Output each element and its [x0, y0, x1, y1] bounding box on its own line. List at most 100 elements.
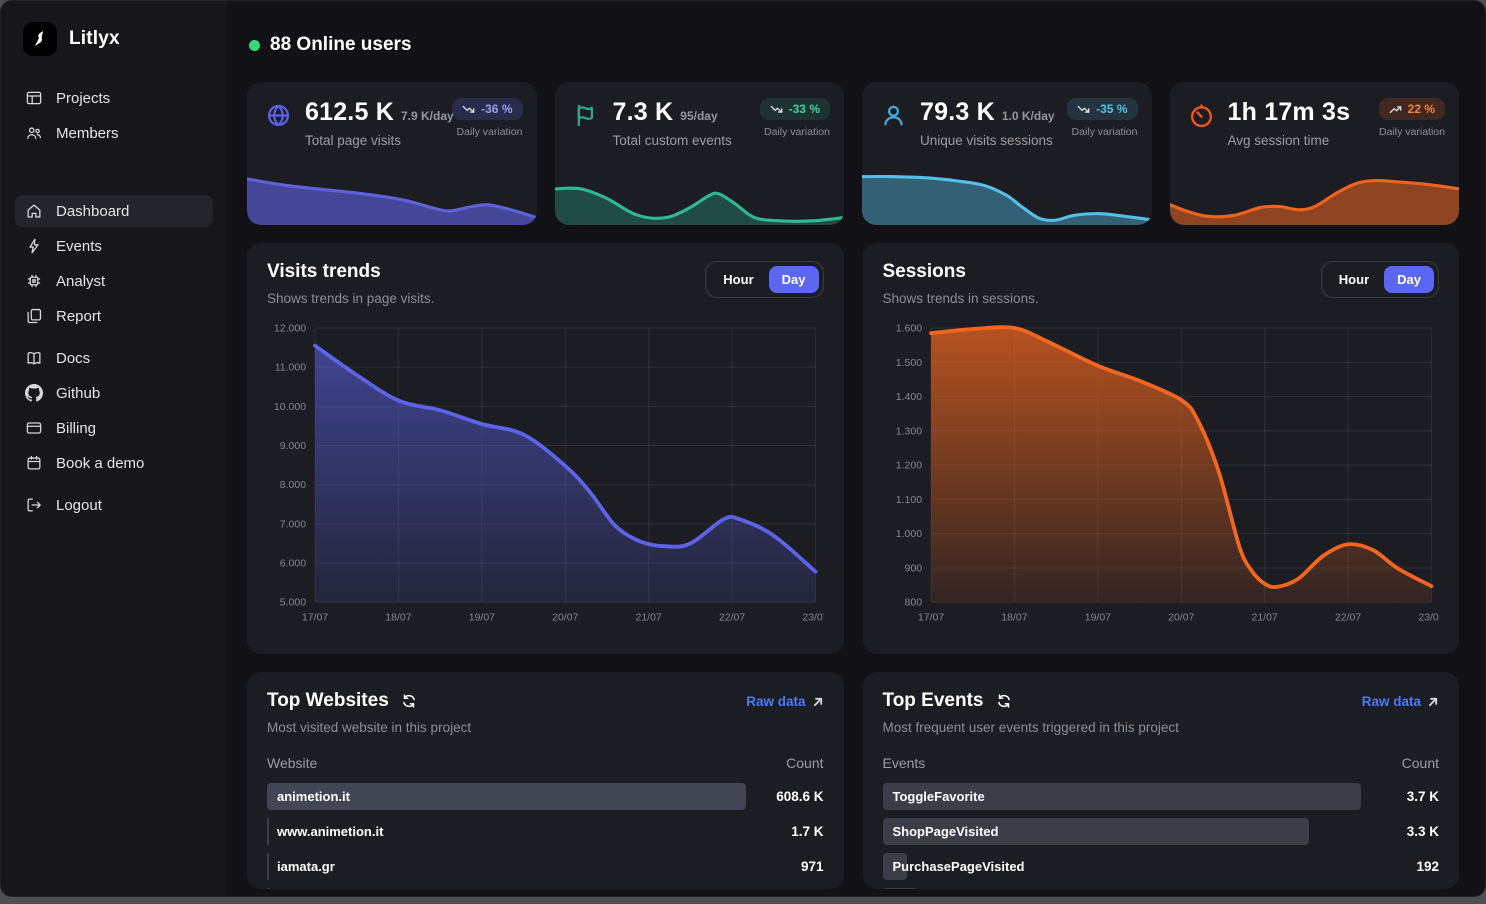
sidebar-item-logout[interactable]: Logout — [15, 489, 213, 521]
raw-data-link[interactable]: Raw data — [746, 694, 823, 709]
sidebar-item-label: Docs — [56, 350, 90, 367]
refresh-icon[interactable] — [996, 693, 1012, 709]
user-icon — [880, 102, 907, 129]
row-label: ToggleFavorite — [893, 783, 985, 810]
row-bar-track: animetion.it — [267, 783, 746, 810]
toggle-day[interactable]: Day — [769, 266, 819, 293]
svg-text:20/07: 20/07 — [1168, 611, 1194, 623]
svg-text:23/07: 23/07 — [802, 611, 823, 623]
members-icon — [25, 124, 43, 142]
interval-toggle: HourDay — [705, 261, 823, 298]
sidebar-item-events[interactable]: Events — [15, 230, 213, 262]
svg-text:6.000: 6.000 — [280, 557, 306, 569]
sidebar-group: Logout — [15, 489, 213, 521]
sidebar-item-book-a-demo[interactable]: Book a demo — [15, 447, 213, 479]
interval-toggle: HourDay — [1321, 261, 1439, 298]
sidebar-item-members[interactable]: Members — [15, 117, 213, 149]
toggle-hour[interactable]: Hour — [710, 266, 766, 293]
row-bar — [883, 888, 917, 889]
table-row[interactable]: iamata.gr971 — [267, 853, 824, 880]
svg-text:11.000: 11.000 — [275, 361, 306, 373]
svg-text:5.000: 5.000 — [280, 597, 306, 609]
svg-text:1.300: 1.300 — [895, 425, 921, 437]
table-row[interactable]: www.animetion.it1.7 K — [267, 818, 824, 845]
daily-variation-badge: 22 % — [1379, 98, 1445, 120]
row-bar — [267, 888, 270, 889]
sidebar-item-label: Logout — [56, 497, 102, 514]
stat-badge-col: -36 %Daily variation — [452, 98, 522, 138]
svg-text:1.200: 1.200 — [895, 459, 921, 471]
table-row[interactable]: animetion.it608.6 K — [267, 783, 824, 810]
row-bar-track — [267, 888, 746, 889]
online-dot-icon — [249, 40, 260, 51]
panel-title-row: Top Events — [883, 690, 1179, 713]
sidebar-item-label: Billing — [56, 420, 96, 437]
table-row[interactable]: ToggleFavorite3.7 K — [883, 783, 1440, 810]
row-label: PurchasePageVisited — [893, 853, 1025, 880]
refresh-icon[interactable] — [401, 693, 417, 709]
stat-card-total-page-visits: 612.5 K7.9 K/dayTotal page visits-36 %Da… — [247, 82, 537, 225]
github-icon — [25, 384, 43, 402]
stat-value: 79.3 K — [920, 98, 995, 127]
svg-text:800: 800 — [904, 597, 922, 609]
sidebar-item-github[interactable]: Github — [15, 377, 213, 409]
table-row[interactable]: PurchasePageVisited192 — [883, 853, 1440, 880]
svg-text:22/07: 22/07 — [1334, 611, 1360, 623]
sidebar-item-label: Projects — [56, 90, 110, 107]
unique-visits-sessions-sparkline — [862, 163, 1152, 225]
toggle-day[interactable]: Day — [1384, 266, 1434, 293]
stat-card-main: 79.3 K1.0 K/dayUnique visits sessions — [920, 98, 1067, 148]
sidebar-item-docs[interactable]: Docs — [15, 342, 213, 374]
badge-caption: Daily variation — [764, 126, 830, 138]
sidebar-item-projects[interactable]: Projects — [15, 82, 213, 114]
panel-title-wrap: Visits trendsShows trends in page visits… — [267, 261, 434, 306]
table-row-partial — [883, 888, 1440, 889]
trend-up-icon — [1389, 103, 1402, 116]
litlyx-logo-icon — [23, 22, 57, 56]
sidebar-item-dashboard[interactable]: Dashboard — [15, 195, 213, 227]
flag-icon — [573, 102, 600, 129]
row-bar-track: PurchasePageVisited — [883, 853, 1362, 880]
table-header: WebsiteCount — [267, 755, 824, 771]
stat-rate: 7.9 K/day — [401, 109, 454, 123]
panel-subtitle: Shows trends in sessions. — [883, 291, 1039, 306]
row-bar-track: ToggleFavorite — [883, 783, 1362, 810]
table-panels-row: Top WebsitesMost visited website in this… — [247, 672, 1459, 889]
table-row[interactable]: ShopPageVisited3.3 K — [883, 818, 1440, 845]
panel-title: Sessions — [883, 261, 1039, 284]
stat-label: Total custom events — [613, 133, 760, 148]
panel-title: Top Websites — [267, 690, 389, 713]
svg-text:22/07: 22/07 — [719, 611, 745, 623]
stat-sparkline — [555, 163, 845, 225]
daily-variation-badge: -33 % — [760, 98, 830, 120]
sidebar-item-analyst[interactable]: Analyst — [15, 265, 213, 297]
badge-value: -36 % — [481, 102, 512, 116]
sidebar-item-label: Dashboard — [56, 203, 129, 220]
projects-icon — [25, 89, 43, 107]
online-users: 88 Online users — [249, 34, 1459, 56]
raw-data-link[interactable]: Raw data — [1362, 694, 1439, 709]
brand-name: Litlyx — [69, 28, 120, 50]
stat-badge-col: -33 % Daily variation — [760, 98, 830, 138]
row-label: www.animetion.it — [277, 818, 383, 845]
arrow-up-right-icon — [1427, 696, 1439, 708]
stat-value: 1h 17m 3s — [1228, 98, 1351, 127]
svg-text:17/07: 17/07 — [302, 611, 328, 623]
stat-card-head: 7.3 K95/dayTotal custom events-33 %Daily… — [555, 82, 845, 148]
stat-card-main: 1h 17m 3sAvg session time — [1228, 98, 1379, 148]
svg-text:12.000: 12.000 — [274, 322, 306, 334]
svg-text:9.000: 9.000 — [280, 440, 306, 452]
svg-text:8.000: 8.000 — [280, 479, 306, 491]
sidebar-group: Docs Github Billing Book a demo — [15, 342, 213, 479]
panel-head: Top WebsitesMost visited website in this… — [267, 690, 824, 735]
stat-card-head: 79.3 K1.0 K/dayUnique visits sessions-35… — [862, 82, 1152, 148]
sidebar-item-report[interactable]: Report — [15, 300, 213, 332]
sidebar-nav: Projects Members Dashboard EventsAnalystRep… — [15, 82, 213, 521]
panel-sessions: Sessions Shows trends in sessions. HourDay… — [863, 243, 1460, 654]
toggle-hour[interactable]: Hour — [1326, 266, 1382, 293]
raw-data-label: Raw data — [1362, 694, 1421, 709]
main-content: 88 Online users 612.5 K7.9 K/dayTotal pa… — [227, 1, 1485, 896]
stat-rate: 95/day — [680, 109, 717, 123]
svg-text:7.000: 7.000 — [280, 518, 306, 530]
sidebar-item-billing[interactable]: Billing — [15, 412, 213, 444]
